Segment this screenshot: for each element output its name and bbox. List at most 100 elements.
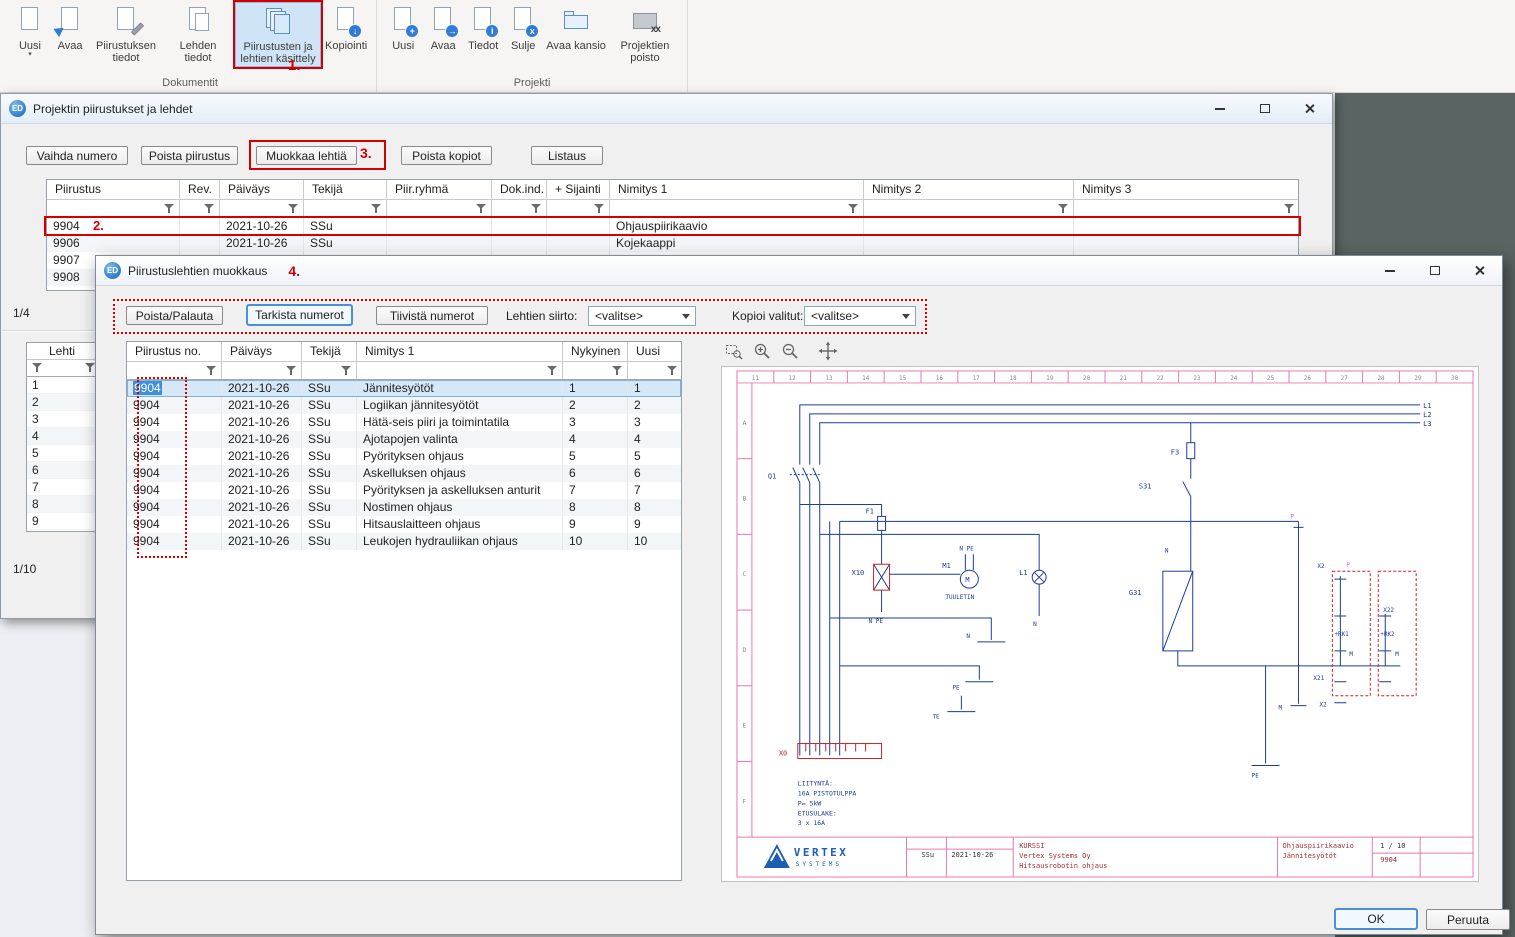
maximize-button[interactable]	[1412, 256, 1457, 286]
table-row[interactable]: 99042021-10-26SSuLeukojen hydrauliikan o…	[127, 533, 681, 550]
filter-icon[interactable]	[371, 204, 382, 214]
filter-icon[interactable]	[341, 366, 352, 376]
filter-icon[interactable]	[667, 366, 678, 376]
edit-sheets-button[interactable]: Muokkaa lehtiä	[256, 146, 357, 165]
sheet-row[interactable]: 9	[27, 513, 99, 530]
delete-copies-button[interactable]: Poista kopiot	[401, 146, 492, 165]
pan-icon[interactable]	[817, 340, 839, 362]
table-row[interactable]: 99062021-10-26SSuKojekaappi	[47, 235, 1298, 252]
column-header[interactable]: + Sijainti	[547, 180, 610, 199]
ribbon-item-kopiointi[interactable]: ↓Kopiointi	[323, 2, 369, 52]
filter-icon[interactable]	[547, 366, 558, 376]
ribbon-item-lehden-tiedot[interactable]: Lehden tiedot	[163, 2, 233, 65]
column-header[interactable]: Nykyinen	[563, 342, 628, 361]
table-row[interactable]: 99042021-10-26SSuHitsauslaitteen ohjaus9…	[127, 516, 681, 533]
sheet-column-header[interactable]: Lehti	[27, 343, 99, 360]
column-header[interactable]: Dok.ind.	[492, 180, 547, 199]
cancel-button[interactable]: Peruuta	[1426, 909, 1510, 930]
minimize-button[interactable]	[1197, 94, 1242, 124]
column-header[interactable]: Rev.	[180, 180, 220, 199]
filter-icon[interactable]	[286, 366, 297, 376]
check-numbers-button[interactable]: Tarkista numerot	[246, 304, 353, 326]
ribbon-item-piirustuksen-tiedot[interactable]: Piirustuksen tiedot	[91, 2, 161, 65]
sheet-move-select[interactable]: <valitse>	[588, 306, 696, 326]
ribbon-item-avaa[interactable]: Avaa	[51, 2, 89, 52]
sheet-row[interactable]: 5	[27, 445, 99, 462]
sheet-row[interactable]: 4	[27, 428, 99, 445]
listing-button[interactable]: Listaus	[531, 146, 603, 165]
column-header[interactable]: Piirustus	[47, 180, 180, 199]
close-button[interactable]	[1287, 94, 1332, 124]
close-button[interactable]	[1457, 256, 1502, 286]
window-titlebar[interactable]: ED Projektin piirustukset ja lehdet	[1, 94, 1332, 124]
filter-icon[interactable]	[1284, 204, 1295, 214]
table-row[interactable]: 99042021-10-26SSuJännitesyötöt11	[127, 380, 681, 397]
ok-button[interactable]: OK	[1334, 908, 1418, 930]
sheet-row[interactable]: 8	[27, 496, 99, 513]
column-header[interactable]: Tekijä	[302, 342, 357, 361]
schematic-label: 17	[973, 375, 981, 382]
cell: Jännitesyötöt	[357, 380, 563, 397]
filter-icon[interactable]	[206, 366, 217, 376]
column-header[interactable]: Nimitys 1	[610, 180, 864, 199]
compact-numbers-button[interactable]: Tiivistä numerot	[376, 306, 488, 325]
table-row[interactable]: 99042021-10-26SSuNostimen ohjaus88	[127, 499, 681, 516]
delete-drawing-button[interactable]: Poista piirustus	[141, 146, 238, 165]
filter-icon[interactable]	[204, 204, 215, 214]
table-row[interactable]: 99042021-10-26SSuOhjauspiirikaavio	[47, 218, 1298, 235]
sheet-row[interactable]: 6	[27, 462, 99, 479]
filter-icon[interactable]	[594, 204, 605, 214]
change-number-button[interactable]: Vaihda numero	[26, 146, 128, 165]
schematic-label: 12	[789, 375, 797, 382]
filter-icon[interactable]	[288, 204, 299, 214]
maximize-button[interactable]	[1242, 94, 1287, 124]
ribbon-item-uusi[interactable]: +Uusi	[384, 2, 422, 52]
ribbon-item-uusi[interactable]: Uusi▾	[11, 2, 49, 58]
sheet-filter-row	[27, 360, 99, 377]
filter-icon[interactable]	[1058, 204, 1069, 214]
filter-icon[interactable]	[32, 363, 43, 373]
table-row[interactable]: 99042021-10-26SSuPyörityksen ja askelluk…	[127, 482, 681, 499]
sheet-row[interactable]: 7	[27, 479, 99, 496]
schematic-label: M	[1279, 705, 1283, 712]
column-header[interactable]: Nimitys 3	[1074, 180, 1299, 199]
table-row[interactable]: 99042021-10-26SSuHätä-seis piiri ja toim…	[127, 414, 681, 431]
copy-selected-select[interactable]: <valitse>	[804, 306, 916, 326]
column-header[interactable]: Tekijä	[304, 180, 387, 199]
filter-icon[interactable]	[476, 204, 487, 214]
column-header[interactable]: Nimitys 2	[864, 180, 1074, 199]
zoom-out-icon[interactable]	[779, 340, 801, 362]
ribbon-item-sulje[interactable]: xSulje	[504, 2, 542, 52]
column-header[interactable]: Piirustus no.	[127, 342, 222, 361]
ribbon-item-projektien-poisto[interactable]: xxProjektien poisto	[610, 2, 680, 65]
sheet-row[interactable]: 2	[27, 394, 99, 411]
drawing-preview[interactable]: 1112131415161718192021222324252627282930…	[721, 366, 1479, 882]
filter-icon[interactable]	[531, 204, 542, 214]
filter-icon[interactable]	[612, 366, 623, 376]
table-row[interactable]: 99042021-10-26SSuPyörityksen ohjaus55	[127, 448, 681, 465]
column-header[interactable]: Uusi	[628, 342, 682, 361]
minimize-button[interactable]	[1367, 256, 1412, 286]
table-row[interactable]: 99042021-10-26SSuLogiikan jännitesyötöt2…	[127, 397, 681, 414]
filter-icon[interactable]	[848, 204, 859, 214]
table-row[interactable]: 99042021-10-26SSuAskelluksen ohjaus66	[127, 465, 681, 482]
dialog-titlebar[interactable]: ED Piirustuslehtien muokkaus 4.	[96, 256, 1502, 286]
ribbon-item-piirustusten-ja-lehtien-käsittely[interactable]: Piirustusten ja lehtien käsittely	[235, 2, 321, 67]
zoom-in-icon[interactable]	[751, 340, 773, 362]
column-header[interactable]: Päiväys	[220, 180, 304, 199]
sheet-row[interactable]: 1	[27, 377, 99, 394]
delete-restore-button[interactable]: Poista/Palauta	[126, 306, 223, 325]
schematic-label: P	[1346, 562, 1350, 569]
ribbon-item-avaa-kansio[interactable]: Avaa kansio	[544, 2, 608, 52]
copy-icon: ↓	[329, 4, 363, 38]
filter-icon[interactable]	[164, 204, 175, 214]
cell: Nostimen ohjaus	[357, 499, 563, 516]
table-row[interactable]: 99042021-10-26SSuAjotapojen valinta44	[127, 431, 681, 448]
sheet-row[interactable]: 3	[27, 411, 99, 428]
ribbon-item-tiedot[interactable]: iTiedot	[464, 2, 502, 52]
ribbon-item-avaa[interactable]: →Avaa	[424, 2, 462, 52]
column-header[interactable]: Piir.ryhmä	[387, 180, 492, 199]
column-header[interactable]: Päiväys	[222, 342, 302, 361]
column-header[interactable]: Nimitys 1	[357, 342, 563, 361]
zoom-window-icon[interactable]	[723, 340, 745, 362]
